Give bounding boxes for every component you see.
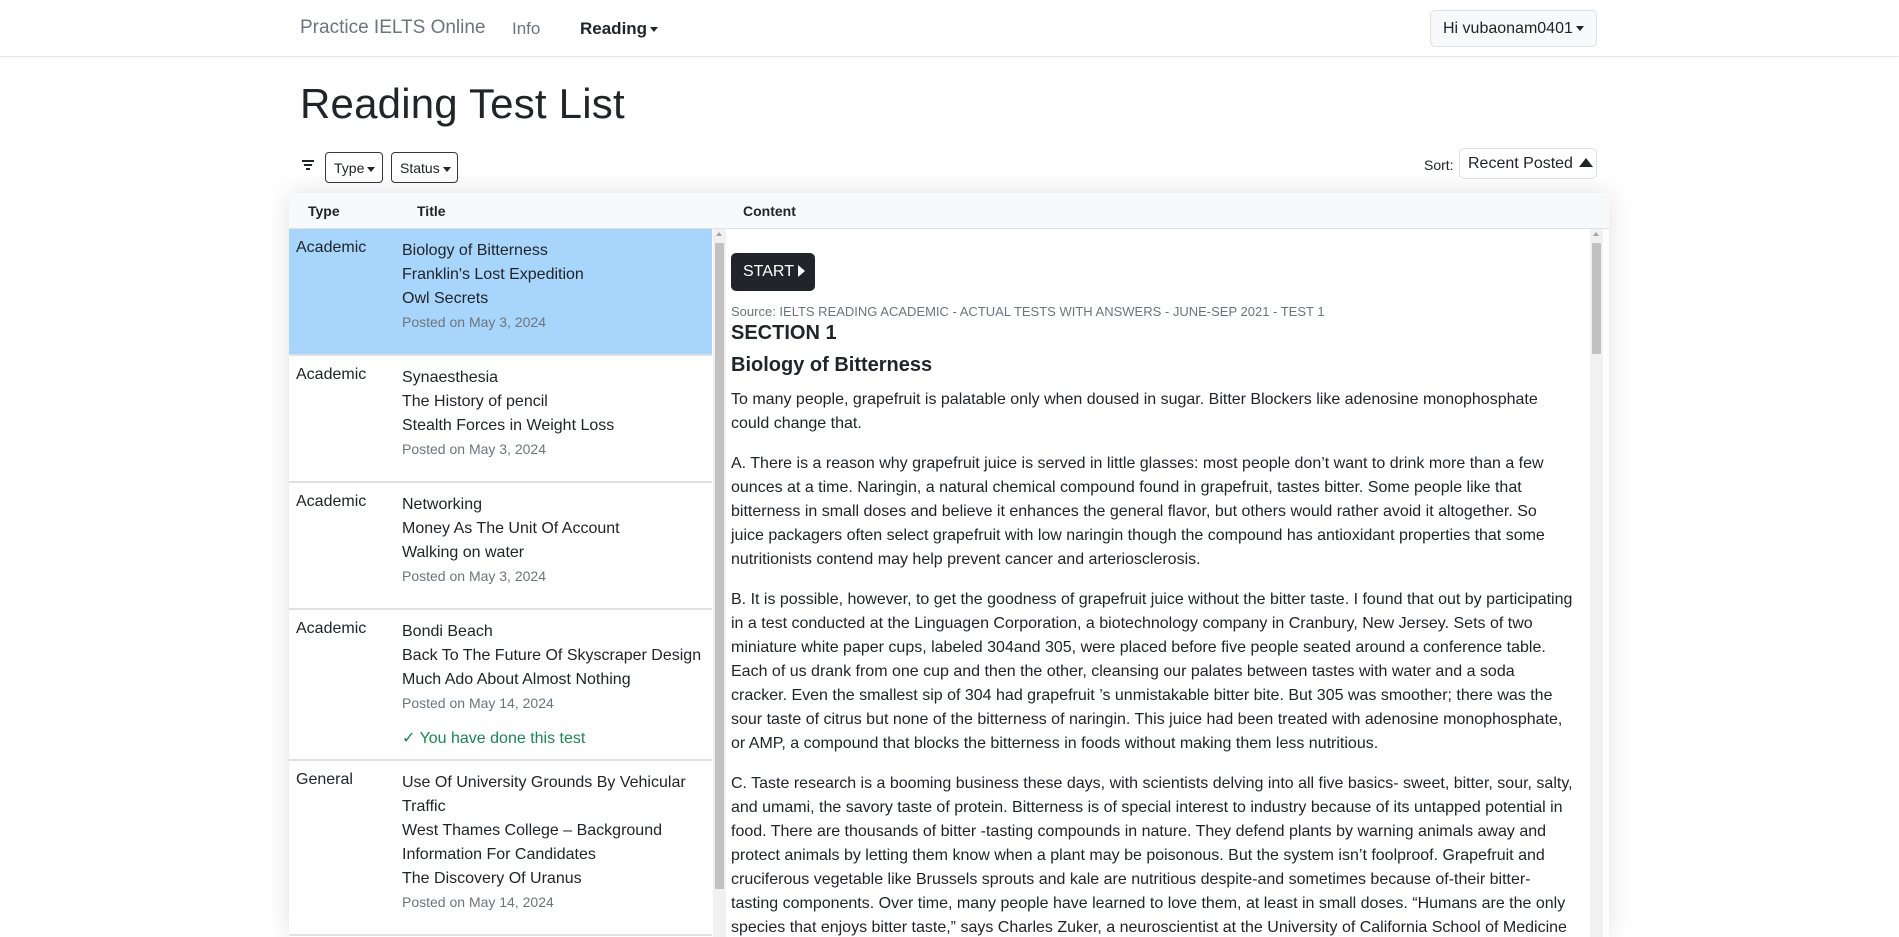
filter-icon[interactable] [302,160,314,170]
test-row[interactable]: Academic Networking Money As The Unit Of… [289,483,712,610]
page-title: Reading Test List [300,80,625,127]
test-title: Synaesthesia [402,369,499,386]
test-title: West Thames College – Background Informa… [402,822,662,863]
caret-up-icon [1578,158,1593,167]
posted-date: Posted on May 3, 2024 [402,314,546,330]
passage-paragraph: A. There is a reason why grapefruit juic… [731,455,1545,568]
test-title: Biology of Bitterness [402,242,548,259]
posted-date: Posted on May 3, 2024 [402,441,546,457]
type-filter-button[interactable]: Type [325,152,383,183]
content-scrollbar[interactable] [1590,229,1603,937]
tests-panel: Type Title Content Academic Biology of B… [289,193,1609,937]
start-label: START [743,263,794,280]
test-list: Academic Biology of Bitterness Franklin'… [289,229,714,937]
play-icon [797,265,805,277]
sort-value: Recent Posted [1468,155,1573,172]
scrollbar-thumb[interactable] [715,243,724,889]
passage-paragraph: B. It is possible, however, to get the g… [731,591,1573,752]
test-type: Academic [296,493,367,510]
nav-info-link[interactable]: Info [512,19,540,39]
test-title: Money As The Unit Of Account [402,520,620,537]
table-header: Type Title Content [289,193,1609,229]
type-filter-label: Type [334,160,365,176]
caret-down-icon [1575,26,1584,32]
scroll-up-arrow-icon[interactable] [716,232,722,236]
content-pane: START Source: IELTS READING ACADEMIC - A… [729,229,1589,937]
test-type: General [296,771,353,788]
passage-paragraph: To many people, grapefruit is palatable … [731,391,1538,432]
posted-date: Posted on May 14, 2024 [402,894,554,910]
sort-button[interactable]: Recent Posted [1459,148,1597,179]
test-title: Use Of University Grounds By Vehicular T… [402,774,686,815]
brand-link[interactable]: Practice IELTS Online [300,17,486,39]
test-row[interactable]: General Use Of University Grounds By Veh… [289,761,712,936]
test-title: The History of pencil [402,393,548,410]
posted-date: Posted on May 3, 2024 [402,568,546,584]
caret-down-icon [650,27,659,33]
navbar: Practice IELTS Online Info Reading Hi vu… [0,0,1899,57]
test-title: Bondi Beach [402,623,493,640]
start-button[interactable]: START [731,253,815,291]
nav-reading-label: Reading [580,19,648,38]
done-status: ✓ You have done this test [402,730,586,747]
test-type: Academic [296,239,367,256]
test-row[interactable]: Academic Synaesthesia The History of pen… [289,356,712,483]
col-title-header: Title [417,203,446,219]
test-type: Academic [296,366,367,383]
source-text: Source: IELTS READING ACADEMIC - ACTUAL … [731,304,1325,319]
test-title: Back To The Future Of Skyscraper Design [402,647,702,664]
section-heading: SECTION 1 [731,322,837,344]
user-greeting: Hi vubaonam0401 [1443,20,1573,37]
passage-paragraph: C. Taste research is a booming business … [731,775,1573,936]
col-type-header: Type [308,203,340,219]
nav-reading-dropdown[interactable]: Reading [580,19,659,39]
test-title: The Discovery Of Uranus [402,870,582,887]
scroll-up-arrow-icon[interactable] [1593,232,1599,236]
status-filter-label: Status [400,160,440,176]
test-title: Much Ado About Almost Nothing [402,671,631,688]
scrollbar-thumb[interactable] [1592,243,1601,354]
user-menu-button[interactable]: Hi vubaonam0401 [1430,10,1597,47]
test-title: Owl Secrets [402,290,489,307]
status-filter-button[interactable]: Status [391,152,458,183]
test-type: Academic [296,620,367,637]
test-row[interactable]: Academic Biology of Bitterness Franklin'… [289,229,712,356]
list-scrollbar[interactable] [713,229,726,937]
test-title: Stealth Forces in Weight Loss [402,417,615,434]
passage-body: To many people, grapefruit is palatable … [731,388,1573,937]
caret-down-icon [367,166,376,172]
passage-title: Biology of Bitterness [731,354,933,376]
test-title: Franklin's Lost Expedition [402,266,584,283]
col-content-header: Content [743,203,796,219]
test-title: Walking on water [402,544,525,561]
posted-date: Posted on May 14, 2024 [402,695,554,711]
sort-label: Sort: [1424,157,1454,173]
caret-down-icon [442,166,451,172]
test-title: Networking [402,496,483,513]
test-row[interactable]: Academic Bondi Beach Back To The Future … [289,610,712,761]
